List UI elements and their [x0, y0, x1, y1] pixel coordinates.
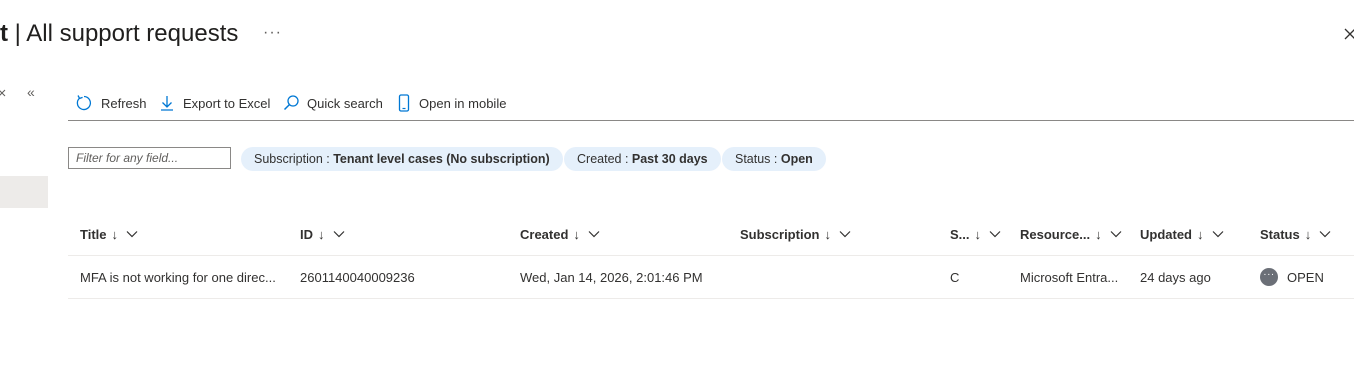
open-in-mobile-button[interactable]: Open in mobile — [397, 90, 506, 116]
filter-pill-status[interactable]: Status : Open — [722, 147, 826, 171]
status-label: OPEN — [1287, 269, 1324, 285]
filter-pill-subscription[interactable]: Subscription : Tenant level cases (No su… — [241, 147, 563, 171]
open-in-mobile-label: Open in mobile — [419, 95, 507, 111]
filter-input[interactable] — [68, 147, 231, 169]
chevron-down-icon — [333, 231, 344, 238]
export-label: Export to Excel — [183, 95, 271, 111]
chevron-down-icon — [989, 231, 1001, 238]
chevron-down-icon — [126, 231, 138, 238]
sort-arrow-icon: ↓ — [573, 226, 580, 242]
column-header-title[interactable]: Title ↓ — [80, 224, 138, 244]
sidebar-item-selected[interactable] — [0, 176, 48, 208]
row-divider — [68, 298, 1354, 299]
filter-pill-key: Subscription : — [254, 152, 334, 166]
cell-created: Wed, Jan 14, 2026, 2:01:46 PM — [520, 269, 703, 285]
cell-resource: Microsoft Entra... — [1020, 269, 1119, 285]
chevron-down-icon — [1212, 231, 1223, 238]
refresh-icon — [76, 95, 92, 111]
close-icon[interactable] — [1342, 26, 1354, 42]
cell-status: ··· OPEN — [1260, 267, 1324, 287]
cell-id: 2601140040009236 — [300, 269, 415, 285]
quick-search-button[interactable]: Quick search — [283, 90, 383, 116]
sort-arrow-icon: ↓ — [974, 226, 982, 242]
download-icon — [161, 96, 173, 111]
filter-pill-key: Created : — [577, 152, 632, 166]
search-icon — [283, 95, 299, 111]
page-title-separator: | — [8, 20, 27, 47]
export-to-excel-button[interactable]: Export to Excel — [159, 90, 270, 116]
column-header-updated[interactable]: Updated ↓ — [1140, 224, 1224, 244]
filter-pill-value: Open — [780, 152, 813, 166]
page-title-text: All support requests — [26, 20, 239, 47]
chevron-down-icon — [839, 231, 851, 238]
sort-arrow-icon: ↓ — [111, 226, 119, 242]
cell-severity: C — [950, 269, 960, 285]
chevron-down-icon — [1110, 231, 1122, 238]
filter-pill-key: Status : — [735, 152, 781, 166]
column-label: Created — [520, 226, 569, 242]
page-title-prefix: t — [0, 20, 8, 47]
more-options-button[interactable]: ··· — [263, 24, 282, 42]
column-label: ID — [300, 226, 313, 242]
status-open-icon: ··· — [1260, 268, 1278, 286]
column-label: Updated — [1140, 226, 1192, 242]
sort-arrow-icon: ↓ — [318, 226, 325, 242]
column-header-status[interactable]: Status ↓ — [1260, 224, 1331, 244]
column-label: Subscription — [740, 226, 820, 242]
column-label: Title — [80, 226, 107, 242]
column-label: Resource... — [1020, 226, 1091, 242]
sort-arrow-icon: ↓ — [1095, 226, 1102, 242]
column-header-resource[interactable]: Resource... ↓ — [1020, 224, 1122, 244]
quick-search-label: Quick search — [307, 95, 383, 111]
close-small-icon[interactable] — [0, 89, 6, 97]
column-label: Status — [1260, 226, 1300, 242]
cell-updated: 24 days ago — [1140, 269, 1211, 285]
refresh-button[interactable]: Refresh — [75, 90, 147, 116]
column-header-subscription[interactable]: Subscription ↓ — [740, 224, 851, 244]
page-title: t | All support requests — [0, 18, 238, 50]
column-header-id[interactable]: ID ↓ — [300, 224, 345, 244]
chevron-down-icon — [1319, 231, 1331, 238]
filter-pill-created[interactable]: Created : Past 30 days — [564, 147, 721, 171]
command-bar: Refresh Export to Excel Quick search Ope… — [68, 90, 1354, 121]
column-header-severity[interactable]: S... ↓ — [950, 224, 1001, 244]
column-label: S... — [950, 226, 970, 242]
sort-arrow-icon: ↓ — [1304, 226, 1312, 242]
sort-arrow-icon: ↓ — [824, 226, 831, 242]
chevron-down-icon — [588, 231, 600, 238]
filter-pill-value: Past 30 days — [631, 152, 708, 166]
mobile-phone-icon — [398, 94, 410, 112]
cell-title[interactable]: MFA is not working for one direc... — [80, 267, 285, 287]
sort-arrow-icon: ↓ — [1197, 226, 1204, 242]
filter-pill-value: Tenant level cases (No subscription) — [333, 152, 550, 166]
collapse-sidebar-button[interactable]: « — [27, 84, 35, 100]
refresh-label: Refresh — [101, 95, 147, 111]
column-header-created[interactable]: Created ↓ — [520, 224, 600, 244]
